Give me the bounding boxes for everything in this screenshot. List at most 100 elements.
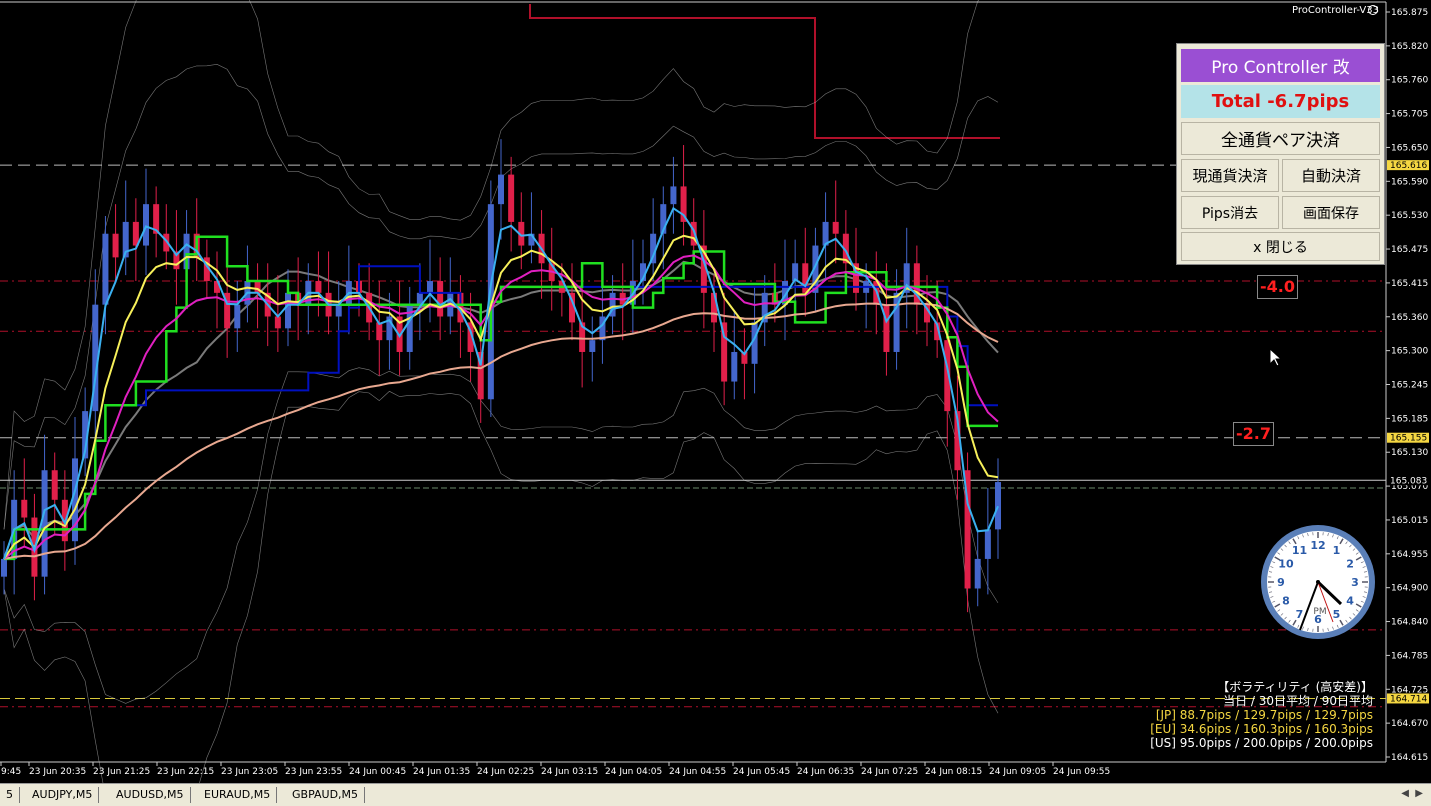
total-pips-display: Total -6.7pips xyxy=(1181,85,1380,118)
candle-body xyxy=(985,529,991,559)
price-tick-label: 165.650 xyxy=(1391,143,1428,153)
price-tick-label: 164.955 xyxy=(1391,550,1428,560)
price-tick-label: 165.475 xyxy=(1391,245,1428,255)
tab-euraud[interactable]: EURAUD,M5 xyxy=(198,787,277,803)
candle-body xyxy=(143,204,149,245)
candle-body xyxy=(508,175,514,222)
tab-gbpaud[interactable]: GBPAUD,M5 xyxy=(286,787,365,803)
clock-number: 1 xyxy=(1333,544,1341,557)
tab-scroll-left-icon[interactable]: ◀ xyxy=(1401,788,1409,799)
price-tick-label: 165.300 xyxy=(1391,347,1428,357)
candle-body xyxy=(975,559,981,589)
price-tick-label: 164.670 xyxy=(1391,719,1428,729)
candle-body xyxy=(995,482,1001,529)
candle-body xyxy=(102,234,108,305)
time-tick-label: 23 Jun 20:35 xyxy=(29,767,86,777)
ea-name-label: ProController-V33 xyxy=(1292,5,1379,16)
volatility-info: 【ボラティリティ (高安差)】 当日 / 30日平均 / 90日平均 [JP] … xyxy=(1150,680,1373,750)
candle-body xyxy=(1,559,7,577)
price-tick-label: 165.705 xyxy=(1391,110,1428,120)
candle-body xyxy=(234,305,240,329)
candle-body xyxy=(883,305,889,352)
candle-body xyxy=(52,470,58,500)
candle-body xyxy=(42,470,48,576)
clock-number: 8 xyxy=(1282,595,1290,608)
time-tick-label: 24 Jun 09:05 xyxy=(989,767,1046,777)
clear-pips-button[interactable]: Pips消去 xyxy=(1181,196,1279,229)
time-tick-label: 24 Jun 06:35 xyxy=(797,767,854,777)
panel-title: Pro Controller 改 xyxy=(1181,49,1380,82)
clock-number: 7 xyxy=(1296,608,1304,621)
candle-body xyxy=(670,186,676,204)
price-marker-label: 165.616 xyxy=(1390,161,1427,171)
time-tick-label: 24 Jun 07:25 xyxy=(861,767,918,777)
tab-first[interactable]: 5 xyxy=(0,787,20,803)
volatility-jp: [JP] 88.7pips / 129.7pips / 129.7pips xyxy=(1150,708,1373,722)
price-tick-label: 164.900 xyxy=(1391,584,1428,594)
pips-label-upper: -4.0 xyxy=(1257,275,1298,299)
price-tick-label: 165.245 xyxy=(1391,381,1428,391)
tab-audjpy[interactable]: AUDJPY,M5 xyxy=(26,787,99,803)
price-tick-label: 165.760 xyxy=(1391,76,1428,86)
candle-body xyxy=(336,305,342,317)
volatility-header: 当日 / 30日平均 / 90日平均 xyxy=(1150,694,1373,708)
clock-number: 2 xyxy=(1346,558,1354,571)
clock-number: 3 xyxy=(1351,576,1359,589)
time-tick-label: 23 Jun 23:55 xyxy=(285,767,342,777)
price-marker-label: 165.155 xyxy=(1390,434,1427,444)
time-tick-label: 23 Jun 23:05 xyxy=(221,767,278,777)
time-tick-label: 9:45 xyxy=(1,767,21,777)
clock-number: 9 xyxy=(1277,576,1285,589)
candle-body xyxy=(315,281,321,293)
candle-body xyxy=(731,352,737,382)
clock-number: 11 xyxy=(1292,544,1307,557)
price-marker-label: 164.714 xyxy=(1390,694,1427,704)
tab-audusd[interactable]: AUDUSD,M5 xyxy=(110,787,191,803)
analog-clock: 121234567891011 PM xyxy=(1258,522,1378,642)
candle-body xyxy=(21,500,27,518)
candle-body xyxy=(376,322,382,340)
close-all-pairs-button[interactable]: 全通貨ペア決済 xyxy=(1181,122,1380,155)
price-tick-label: 165.015 xyxy=(1391,516,1428,526)
candle-body xyxy=(113,234,119,258)
candle-body xyxy=(285,293,291,328)
price-tick-label: 165.820 xyxy=(1391,42,1428,52)
price-tick-label: 165.185 xyxy=(1391,414,1428,424)
price-tick-label: 165.590 xyxy=(1391,177,1428,187)
candle-body xyxy=(589,340,595,352)
price-tick-label: 164.785 xyxy=(1391,651,1428,661)
clock-number: 4 xyxy=(1346,595,1354,608)
candle-body xyxy=(427,281,433,293)
volatility-title: 【ボラティリティ (高安差)】 xyxy=(1150,680,1373,694)
auto-close-button[interactable]: 自動決済 xyxy=(1282,159,1380,192)
close-current-pair-button[interactable]: 現通貨決済 xyxy=(1181,159,1279,192)
price-tick-label: 165.360 xyxy=(1391,313,1428,323)
candle-body xyxy=(833,222,839,234)
time-tick-label: 23 Jun 21:25 xyxy=(93,767,150,777)
volatility-us: [US] 95.0pips / 200.0pips / 200.0pips xyxy=(1150,736,1373,750)
time-tick-label: 24 Jun 03:15 xyxy=(541,767,598,777)
time-tick-label: 24 Jun 09:55 xyxy=(1053,767,1110,777)
price-tick-label: 165.530 xyxy=(1391,211,1428,221)
close-panel-button[interactable]: x 閉じる xyxy=(1181,232,1380,261)
volatility-eu: [EU] 34.6pips / 160.3pips / 160.3pips xyxy=(1150,722,1373,736)
save-screen-button[interactable]: 画面保存 xyxy=(1282,196,1380,229)
pro-controller-panel: Pro Controller 改 Total -6.7pips 全通貨ペア決済 … xyxy=(1176,43,1385,265)
chart-tabs: 5 AUDJPY,M5 AUDUSD,M5 EURAUD,M5 GBPAUD,M… xyxy=(0,783,1431,806)
pips-label-lower: -2.7 xyxy=(1233,422,1274,446)
clock-number: 10 xyxy=(1278,558,1294,571)
mouse-cursor-icon xyxy=(1269,348,1283,368)
time-tick-label: 24 Jun 00:45 xyxy=(349,767,406,777)
clock-number: 5 xyxy=(1333,608,1341,621)
price-tick-label: 165.415 xyxy=(1391,279,1428,289)
clock-number: 12 xyxy=(1310,539,1325,552)
time-tick-label: 24 Jun 04:55 xyxy=(669,767,726,777)
candle-body xyxy=(437,281,443,316)
tab-scroll-right-icon[interactable]: ▶ xyxy=(1415,788,1423,799)
time-tick-label: 24 Jun 04:05 xyxy=(605,767,662,777)
price-marker-label: 165.083 xyxy=(1390,476,1427,486)
time-tick-label: 23 Jun 22:15 xyxy=(157,767,214,777)
price-tick-label: 165.130 xyxy=(1391,448,1428,458)
time-tick-label: 24 Jun 02:25 xyxy=(477,767,534,777)
time-tick-label: 24 Jun 08:15 xyxy=(925,767,982,777)
